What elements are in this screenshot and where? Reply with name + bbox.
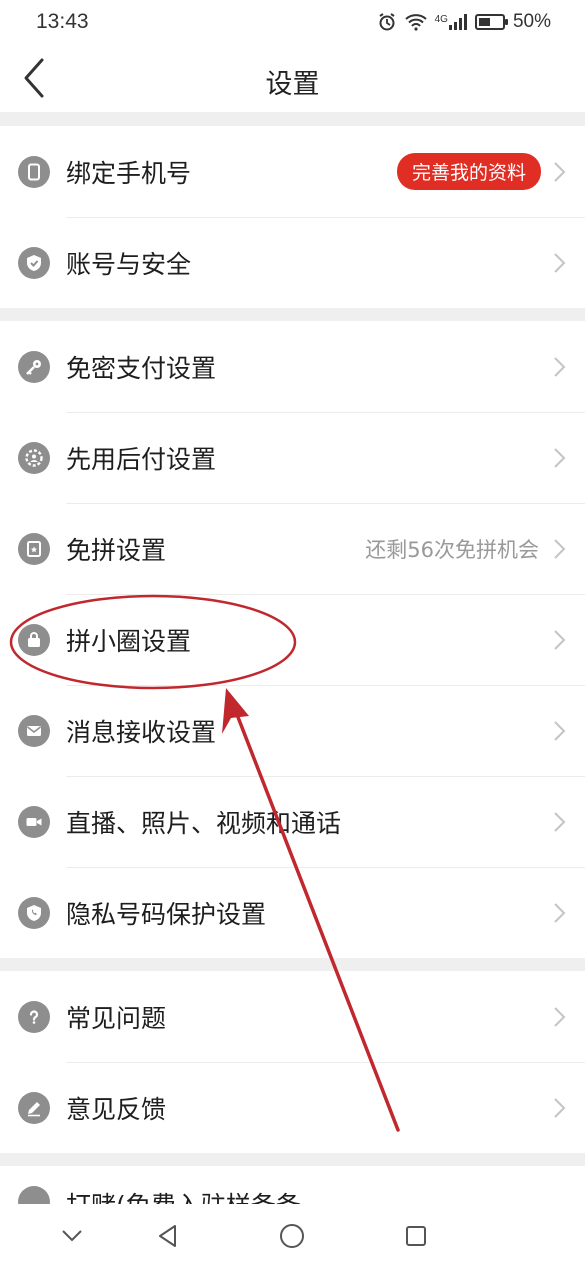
- collapse-button[interactable]: [54, 1218, 90, 1254]
- square-recents-icon: [406, 1226, 426, 1246]
- settings-item-free-group[interactable]: 免拼设置 还剩56次免拼机会: [0, 503, 585, 594]
- settings-item-label: 绑定手机号: [66, 158, 192, 188]
- section-divider: [0, 112, 585, 126]
- status-time: 13:43: [36, 10, 89, 33]
- chevron-right-icon: [554, 811, 566, 832]
- chevron-right-icon: [554, 538, 566, 559]
- settings-item-label: 意见反馈: [66, 1094, 167, 1124]
- envelope-icon: [18, 714, 50, 747]
- section-divider: [0, 308, 585, 321]
- triangle-back-icon: [159, 1225, 176, 1247]
- settings-group-account: 绑定手机号 完善我的资料 账号与安全: [0, 126, 585, 308]
- settings-item-faq[interactable]: 常见问题: [0, 971, 585, 1062]
- phone-icon: [18, 155, 50, 188]
- chevron-right-icon: [554, 447, 566, 468]
- section-divider: [0, 958, 585, 971]
- status-bar: 13:43 4G 50%: [0, 0, 585, 44]
- settings-item-pin-circle[interactable]: 拼小圈设置: [0, 594, 585, 685]
- chevron-right-icon: [554, 161, 566, 182]
- settings-item-account-security[interactable]: 账号与安全: [0, 217, 585, 308]
- settings-item-bind-phone[interactable]: 绑定手机号 完善我的资料: [0, 126, 585, 217]
- settings-item-label: 先用后付设置: [66, 444, 217, 474]
- pencil-icon: [18, 1091, 50, 1124]
- chevron-right-icon: [554, 720, 566, 741]
- settings-item-message-receive[interactable]: 消息接收设置: [0, 685, 585, 776]
- bag-icon: [18, 623, 50, 656]
- chevron-right-icon: [554, 902, 566, 923]
- chevron-down-icon: [62, 1230, 82, 1242]
- question-icon: [18, 1000, 50, 1033]
- complete-profile-badge[interactable]: 完善我的资料: [396, 153, 541, 190]
- gear-person-icon: [18, 441, 50, 474]
- circle-home-icon: [280, 1224, 304, 1248]
- battery-percent: 50%: [512, 11, 551, 32]
- settings-item-pay-later[interactable]: 先用后付设置: [0, 412, 585, 503]
- coupon-icon: [18, 532, 50, 565]
- settings-item-feedback[interactable]: 意见反馈: [0, 1062, 585, 1153]
- settings-group-payment: 免密支付设置 先用后付设置 免拼设置 还剩56次免拼机会 拼小圈设置 消息接收设…: [0, 321, 585, 958]
- shield-icon: [18, 246, 50, 279]
- signal-icon: 4G: [435, 14, 467, 30]
- system-back-button[interactable]: [150, 1218, 186, 1254]
- status-icons: 4G 50%: [377, 11, 551, 33]
- settings-group-help: 常见问题 意见反馈: [0, 971, 585, 1153]
- title-bar: 设置: [0, 44, 585, 112]
- settings-item-label: 隐私号码保护设置: [66, 899, 267, 929]
- settings-item-password-free-pay[interactable]: 免密支付设置: [0, 321, 585, 412]
- chevron-right-icon: [554, 356, 566, 377]
- settings-item-label: 账号与安全: [66, 249, 192, 279]
- chevron-right-icon: [554, 629, 566, 650]
- wifi-icon: [404, 14, 427, 31]
- settings-item-label: 常见问题: [66, 1003, 167, 1033]
- settings-item-label: 拼小圈设置: [66, 626, 192, 656]
- free-group-remaining: 还剩56次免拼机会: [365, 537, 539, 562]
- alarm-icon: [379, 13, 395, 31]
- settings-item-label: 消息接收设置: [66, 717, 217, 747]
- settings-item-privacy-number[interactable]: 隐私号码保护设置: [0, 867, 585, 958]
- system-recents-button[interactable]: [398, 1218, 434, 1254]
- video-camera-icon: [18, 805, 50, 838]
- settings-item-label: 直播、照片、视频和通话: [66, 808, 342, 838]
- system-navigation-bar: [0, 1204, 585, 1268]
- settings-item-label: 免拼设置: [66, 535, 167, 565]
- key-icon: [18, 350, 50, 383]
- network-type: 4G: [434, 14, 448, 25]
- chevron-right-icon: [554, 252, 566, 273]
- settings-item-label: 免密支付设置: [66, 353, 217, 383]
- system-home-button[interactable]: [274, 1218, 310, 1254]
- settings-list: 绑定手机号 完善我的资料 账号与安全 免密支付设置 先用后付设置 免拼设置 还剩…: [0, 112, 585, 1220]
- chevron-right-icon: [554, 1006, 566, 1027]
- battery-icon: [474, 14, 508, 30]
- chevron-right-icon: [554, 1097, 566, 1118]
- section-divider: [0, 1153, 585, 1166]
- settings-item-live-photo-video-call[interactable]: 直播、照片、视频和通话: [0, 776, 585, 867]
- phone-shield-icon: [18, 896, 50, 929]
- page-title: 设置: [265, 69, 320, 100]
